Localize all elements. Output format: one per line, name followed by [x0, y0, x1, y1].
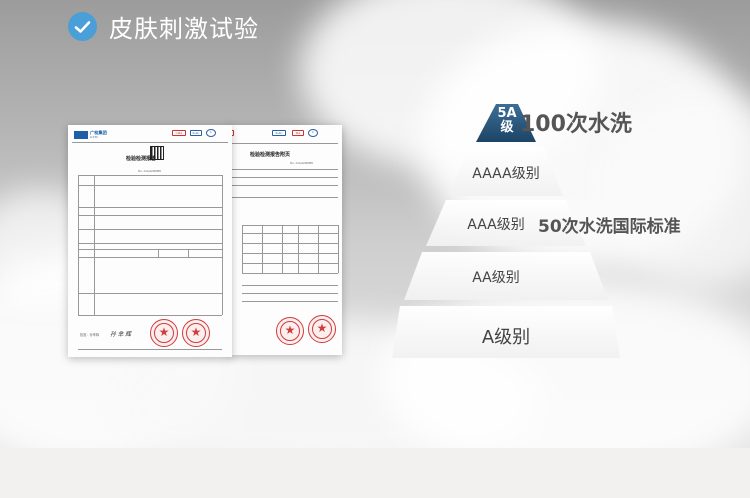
pyramid-level-aa: AA级别	[472, 270, 520, 286]
page-bottom-band	[0, 448, 750, 498]
pyramid-level-aaaa: AAAA级别	[472, 166, 540, 182]
hero-background: 皮肤刺激试验 CMA ILAC MA C 检验检测报告附页 No. 22AA00…	[0, 0, 750, 448]
pyramid-level-a: A级别	[481, 327, 531, 348]
wash-100-label: 100次水洗	[520, 112, 632, 137]
wash-50-standard-label: 50次水洗国际标准	[538, 217, 681, 237]
